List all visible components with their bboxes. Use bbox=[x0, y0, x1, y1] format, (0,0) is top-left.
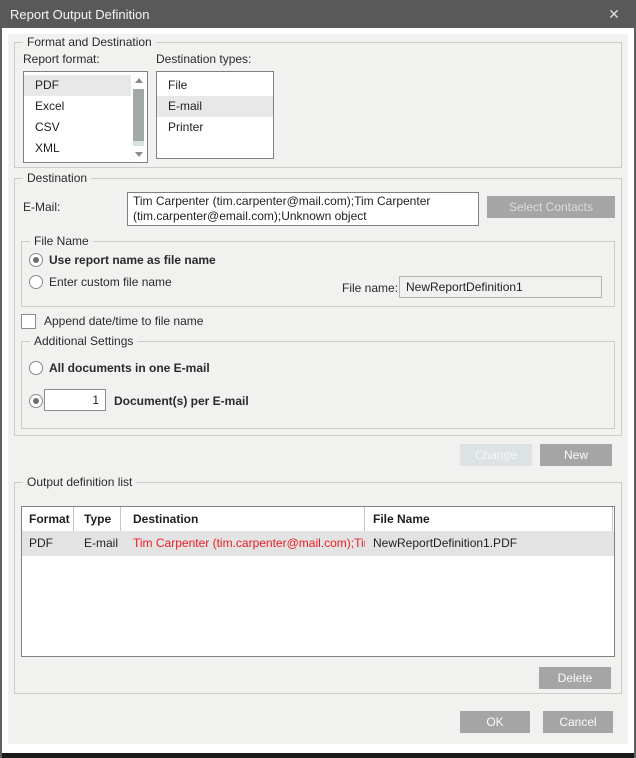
group-format-and-destination: Format and Destination Report format: PD… bbox=[14, 42, 622, 168]
select-contacts-button[interactable]: Select Contacts bbox=[487, 196, 615, 218]
radio-selected-icon bbox=[29, 253, 43, 267]
radio-unselected-icon bbox=[29, 275, 43, 289]
titlebar: Report Output Definition ✕ bbox=[0, 0, 636, 28]
radio-enter-custom-name[interactable]: Enter custom file name bbox=[29, 274, 172, 290]
output-definition-table: Format Type Destination File Name PDF E-… bbox=[21, 506, 615, 657]
destination-type-option-file[interactable]: File bbox=[157, 75, 273, 96]
group-destination-label: Destination bbox=[23, 171, 91, 185]
checkbox-append-datetime[interactable]: Append date/time to file name bbox=[21, 313, 203, 329]
scrollbar-thumb[interactable] bbox=[133, 89, 144, 141]
column-header-file-name[interactable]: File Name bbox=[365, 507, 613, 531]
email-label: E-Mail: bbox=[23, 200, 60, 214]
radio-documents-per-email[interactable] bbox=[29, 393, 43, 409]
documents-per-email-input[interactable] bbox=[44, 389, 106, 411]
radio-use-report-name[interactable]: Use report name as file name bbox=[29, 252, 216, 268]
close-icon[interactable]: ✕ bbox=[598, 0, 630, 28]
group-output-list-label: Output definition list bbox=[23, 475, 136, 489]
row-format-cell: PDF bbox=[22, 531, 74, 556]
group-additional-settings: Additional Settings All documents in one… bbox=[21, 341, 615, 429]
destination-type-option-email[interactable]: E-mail bbox=[157, 96, 273, 117]
row-tail-cell bbox=[613, 531, 614, 556]
scroll-down-icon[interactable] bbox=[131, 147, 146, 161]
report-format-scrollbar[interactable] bbox=[131, 73, 146, 161]
scrollbar-track-gap[interactable] bbox=[133, 141, 144, 146]
table-header-row: Format Type Destination File Name bbox=[22, 507, 614, 531]
group-format-destination-label: Format and Destination bbox=[23, 35, 156, 49]
radio-use-report-name-label: Use report name as file name bbox=[49, 253, 216, 267]
destination-types-listbox[interactable]: File E-mail Printer bbox=[156, 71, 274, 159]
report-output-definition-dialog: Report Output Definition ✕ Format and De… bbox=[0, 0, 636, 758]
row-type-cell: E-mail bbox=[74, 531, 121, 556]
table-row[interactable]: PDF E-mail Tim Carpenter (tim.carpenter@… bbox=[22, 531, 614, 556]
report-format-option-xml[interactable]: XML bbox=[24, 138, 131, 159]
file-name-input[interactable] bbox=[399, 276, 602, 298]
group-additional-settings-label: Additional Settings bbox=[30, 334, 137, 348]
radio-selected-icon bbox=[29, 394, 43, 408]
change-button[interactable]: Change bbox=[460, 444, 532, 466]
radio-enter-custom-name-label: Enter custom file name bbox=[49, 275, 172, 289]
report-format-label: Report format: bbox=[23, 52, 100, 66]
file-name-label: File name: bbox=[342, 281, 398, 295]
email-recipients-field[interactable]: Tim Carpenter (tim.carpenter@mail.com);T… bbox=[127, 192, 479, 226]
row-destination-cell: Tim Carpenter (tim.carpenter@mail.com);T… bbox=[121, 531, 365, 556]
dialog-body-panel: Format and Destination Report format: PD… bbox=[8, 34, 628, 744]
radio-unselected-icon bbox=[29, 361, 43, 375]
row-file-name-cell: NewReportDefinition1.PDF bbox=[365, 531, 613, 556]
group-file-name: File Name Use report name as file name E… bbox=[21, 241, 615, 307]
group-destination: Destination E-Mail: Tim Carpenter (tim.c… bbox=[14, 178, 622, 436]
report-format-option-pdf[interactable]: PDF bbox=[24, 75, 131, 96]
column-header-format[interactable]: Format bbox=[22, 507, 74, 531]
report-format-option-csv[interactable]: CSV bbox=[24, 117, 131, 138]
scroll-up-icon[interactable] bbox=[131, 73, 146, 87]
documents-per-email-label: Document(s) per E-mail bbox=[114, 394, 249, 408]
cancel-button[interactable]: Cancel bbox=[543, 711, 613, 733]
delete-button[interactable]: Delete bbox=[539, 667, 611, 689]
ok-button[interactable]: OK bbox=[460, 711, 530, 733]
report-format-option-excel[interactable]: Excel bbox=[24, 96, 131, 117]
column-header-type[interactable]: Type bbox=[74, 507, 121, 531]
radio-all-documents[interactable]: All documents in one E-mail bbox=[29, 360, 210, 376]
column-header-destination[interactable]: Destination bbox=[121, 507, 365, 531]
checkbox-unchecked-icon bbox=[21, 314, 36, 329]
new-button[interactable]: New bbox=[540, 444, 612, 466]
column-header-tail bbox=[613, 507, 614, 531]
report-format-listbox[interactable]: PDF Excel CSV XML bbox=[23, 71, 148, 163]
group-output-definition-list: Output definition list Format Type Desti… bbox=[14, 482, 622, 694]
group-file-name-label: File Name bbox=[30, 234, 93, 248]
destination-type-option-printer[interactable]: Printer bbox=[157, 117, 273, 138]
destination-types-label: Destination types: bbox=[156, 52, 251, 66]
checkbox-append-datetime-label: Append date/time to file name bbox=[44, 314, 203, 328]
window-title: Report Output Definition bbox=[10, 7, 149, 22]
radio-all-documents-label: All documents in one E-mail bbox=[49, 361, 210, 375]
